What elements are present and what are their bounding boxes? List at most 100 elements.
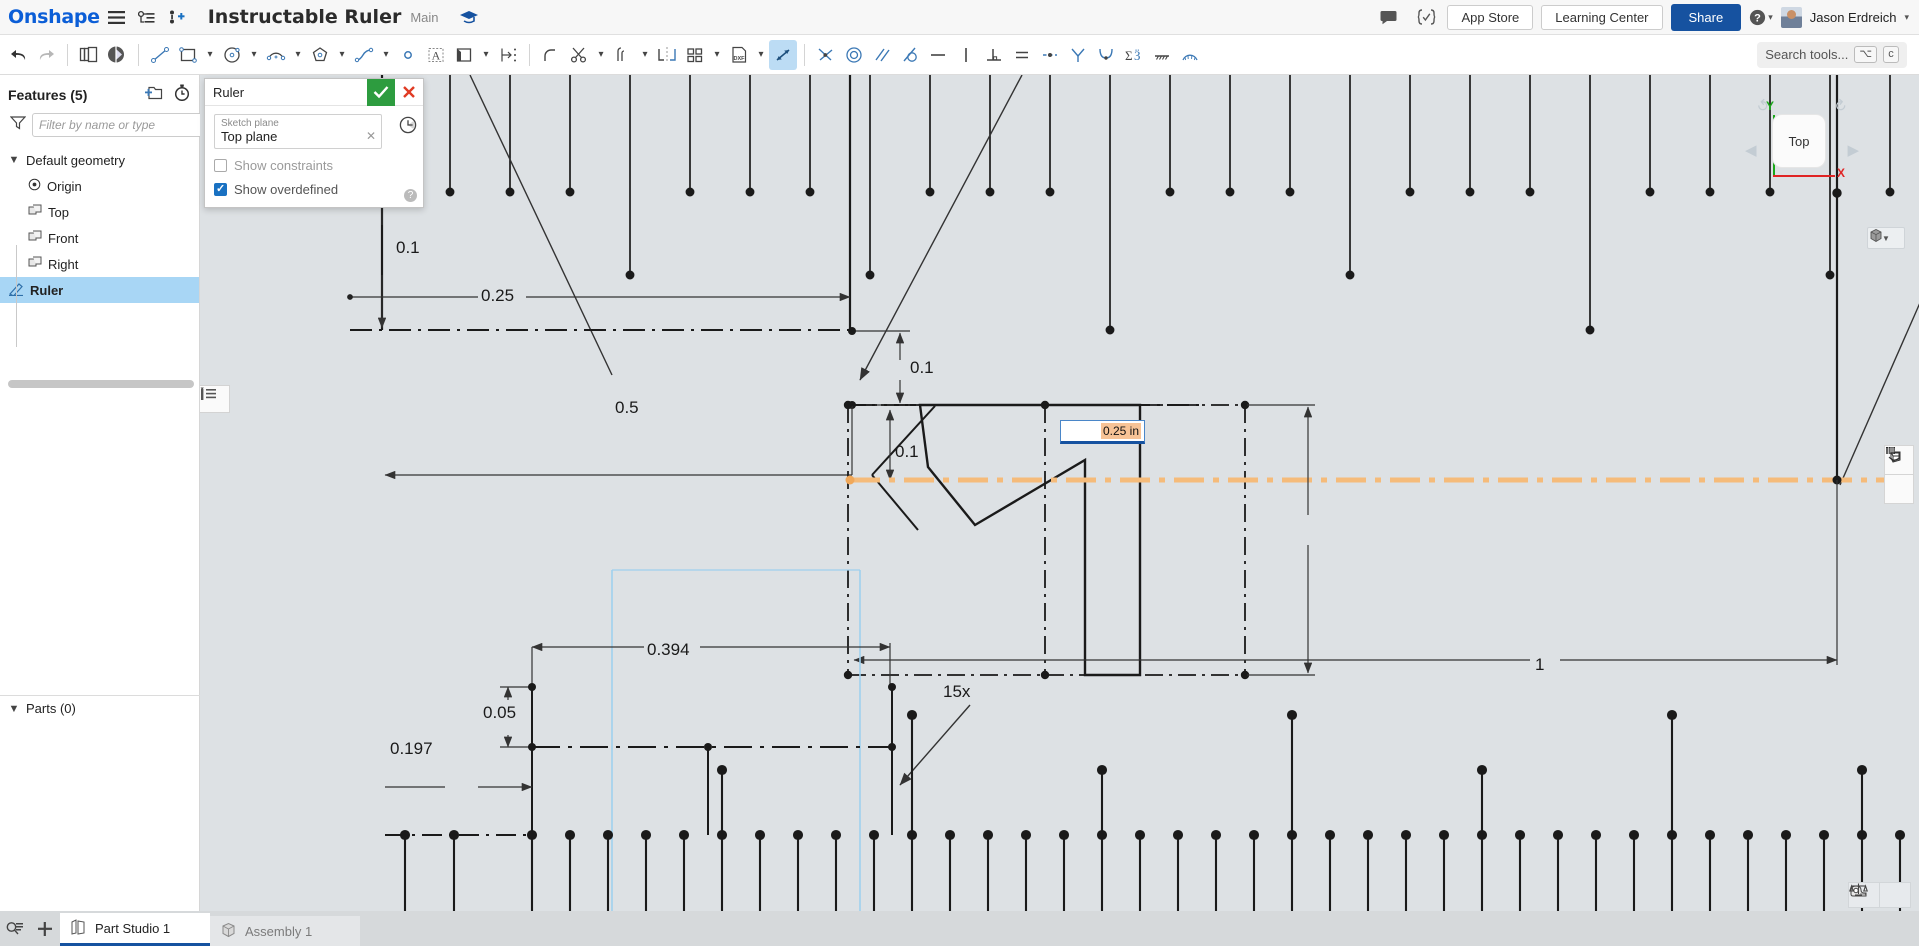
pattern-tool[interactable]	[681, 40, 709, 70]
fillet-tool[interactable]	[537, 40, 565, 70]
sketch-plane-field[interactable]: Sketch plane Top plane ✕	[214, 114, 382, 149]
normal-constraint[interactable]: ΣӞ	[1120, 40, 1148, 70]
comment-icon[interactable]	[1375, 4, 1401, 30]
circle-tool[interactable]	[218, 40, 246, 70]
vertical-constraint[interactable]	[952, 40, 980, 70]
undo-button[interactable]	[4, 40, 32, 70]
perpendicular-constraint[interactable]	[980, 40, 1008, 70]
spline-tool[interactable]	[350, 40, 378, 70]
offset-tool-chevron-icon[interactable]: ▾	[637, 40, 653, 70]
tree-item-top[interactable]: Top	[0, 199, 199, 225]
spline-tool-chevron-icon[interactable]: ▾	[378, 40, 394, 70]
tab-part-studio-1[interactable]: Part Studio 1	[60, 913, 210, 946]
symmetric-constraint[interactable]	[1064, 40, 1092, 70]
filter-funnel-icon[interactable]	[9, 115, 27, 135]
offset-tool[interactable]	[609, 40, 637, 70]
dim-label-0p05: 0.05	[483, 703, 516, 722]
show-overdefined-checkbox[interactable]	[214, 182, 227, 196]
rollback-timer-icon[interactable]	[173, 84, 191, 106]
coincident-constraint[interactable]	[812, 40, 840, 70]
mirror-tool[interactable]	[653, 40, 681, 70]
arc-tool-chevron-icon[interactable]: ▾	[290, 40, 306, 70]
polygon-tool[interactable]	[306, 40, 334, 70]
search-tools-box[interactable]: Search tools... ⌥ c	[1757, 41, 1907, 68]
sketch-confirm-button[interactable]	[367, 78, 395, 106]
view-cube-face-top[interactable]: Top	[1773, 115, 1825, 167]
midpoint-constraint[interactable]	[1036, 40, 1064, 70]
cad-canvas[interactable]: 0.1 0.25 0.1 0.5 0.1 1 0.394 0.05 0.197 …	[200, 75, 1919, 946]
image-tool-chevron-icon[interactable]: ▾	[478, 40, 494, 70]
dimension-tool[interactable]	[494, 40, 522, 70]
parts-section-header[interactable]: ▼ Parts (0)	[0, 695, 200, 721]
learning-badge-icon[interactable]	[457, 6, 481, 28]
tab-assembly-1[interactable]: Assembly 1	[210, 916, 360, 946]
tree-item-front[interactable]: Front	[0, 225, 199, 251]
sketch-list-icon[interactable]	[200, 385, 230, 413]
point-tool[interactable]	[394, 40, 422, 70]
user-name[interactable]: Jason Erdreich	[1810, 10, 1897, 25]
add-feature-icon[interactable]	[164, 4, 190, 30]
features-filter-input[interactable]	[32, 113, 203, 137]
chevron-down-icon[interactable]: ▼	[8, 154, 20, 166]
dimension-value-input[interactable]: 0.25 in	[1060, 420, 1145, 444]
version-graph-icon[interactable]	[134, 4, 160, 30]
horizontal-constraint[interactable]	[924, 40, 952, 70]
polygon-tool-chevron-icon[interactable]: ▾	[334, 40, 350, 70]
construction-arc-constraint[interactable]	[1176, 40, 1204, 70]
help-menu[interactable]: ? ▾	[1749, 9, 1773, 26]
render-view-tool[interactable]	[1884, 447, 1914, 504]
show-constraints-checkbox[interactable]	[214, 159, 227, 172]
tree-item-right[interactable]: Right	[0, 251, 199, 277]
redo-button[interactable]	[32, 40, 60, 70]
help-icon[interactable]: ?	[404, 189, 417, 202]
equal-constraint[interactable]	[1008, 40, 1036, 70]
trim-tool-chevron-icon[interactable]: ▾	[593, 40, 609, 70]
import-dxf-tool-chevron-icon[interactable]: ▾	[753, 40, 769, 70]
hamburger-menu-icon[interactable]	[104, 4, 130, 30]
rectangle-tool-chevron-icon[interactable]: ▾	[202, 40, 218, 70]
tree-item-default-geometry[interactable]: ▼ Default geometry	[0, 147, 199, 173]
rectangle-tool[interactable]	[174, 40, 202, 70]
image-tool[interactable]	[450, 40, 478, 70]
viewcube-arrow-rotate-cw-icon[interactable]: ↻	[1830, 95, 1851, 117]
chevron-down-icon[interactable]: ▼	[8, 703, 20, 715]
view-cube[interactable]: ◀ ▶ ↺ ↻ Y X Top	[1745, 93, 1859, 203]
import-dxf-tool[interactable]: DXF	[725, 40, 753, 70]
app-store-button[interactable]: App Store	[1447, 4, 1534, 30]
learning-center-button[interactable]: Learning Center	[1541, 4, 1663, 30]
show-overdefined-row[interactable]: Show overdefined	[214, 182, 414, 197]
tangent-constraint[interactable]	[896, 40, 924, 70]
onshape-logo[interactable]: Onshape	[8, 6, 100, 28]
line-tool[interactable]	[146, 40, 174, 70]
pattern-tool-chevron-icon[interactable]: ▾	[709, 40, 725, 70]
concentric-constraint[interactable]	[840, 40, 868, 70]
share-button[interactable]: Share	[1670, 3, 1742, 31]
viewcube-arrow-left-icon[interactable]: ◀	[1745, 141, 1757, 159]
circle-tool-chevron-icon[interactable]: ▾	[246, 40, 262, 70]
trim-tool[interactable]	[565, 40, 593, 70]
mass-properties-tool[interactable]	[1849, 882, 1911, 908]
tree-item-ruler[interactable]: Ruler	[0, 277, 199, 303]
search-tabs-icon[interactable]	[0, 911, 30, 946]
curvature-constraint[interactable]	[1092, 40, 1120, 70]
variable-studio-icon[interactable]	[1413, 4, 1439, 30]
sketch-copy-button[interactable]	[75, 40, 103, 70]
new-folder-icon[interactable]	[144, 85, 163, 106]
construction-tool[interactable]	[769, 39, 797, 70]
clear-x-icon[interactable]: ✕	[366, 129, 376, 143]
clock-history-icon[interactable]	[399, 116, 417, 139]
sketch-mirror-button[interactable]	[103, 40, 131, 70]
arc-tool[interactable]	[262, 40, 290, 70]
sketch-cancel-button[interactable]	[395, 79, 423, 106]
avatar[interactable]	[1780, 6, 1802, 28]
display-style-button[interactable]: ▼	[1867, 227, 1905, 249]
add-tab-button[interactable]	[30, 911, 60, 946]
features-scrollbar[interactable]	[8, 380, 194, 388]
parallel-constraint[interactable]	[868, 40, 896, 70]
tree-item-origin[interactable]: Origin	[0, 173, 199, 199]
text-tool[interactable]: A	[422, 40, 450, 70]
viewcube-arrow-right-icon[interactable]: ▶	[1847, 141, 1859, 159]
fix-constraint[interactable]	[1148, 40, 1176, 70]
user-menu-chevron-icon[interactable]: ▾	[1904, 12, 1909, 23]
show-constraints-row[interactable]: Show constraints	[214, 158, 414, 173]
